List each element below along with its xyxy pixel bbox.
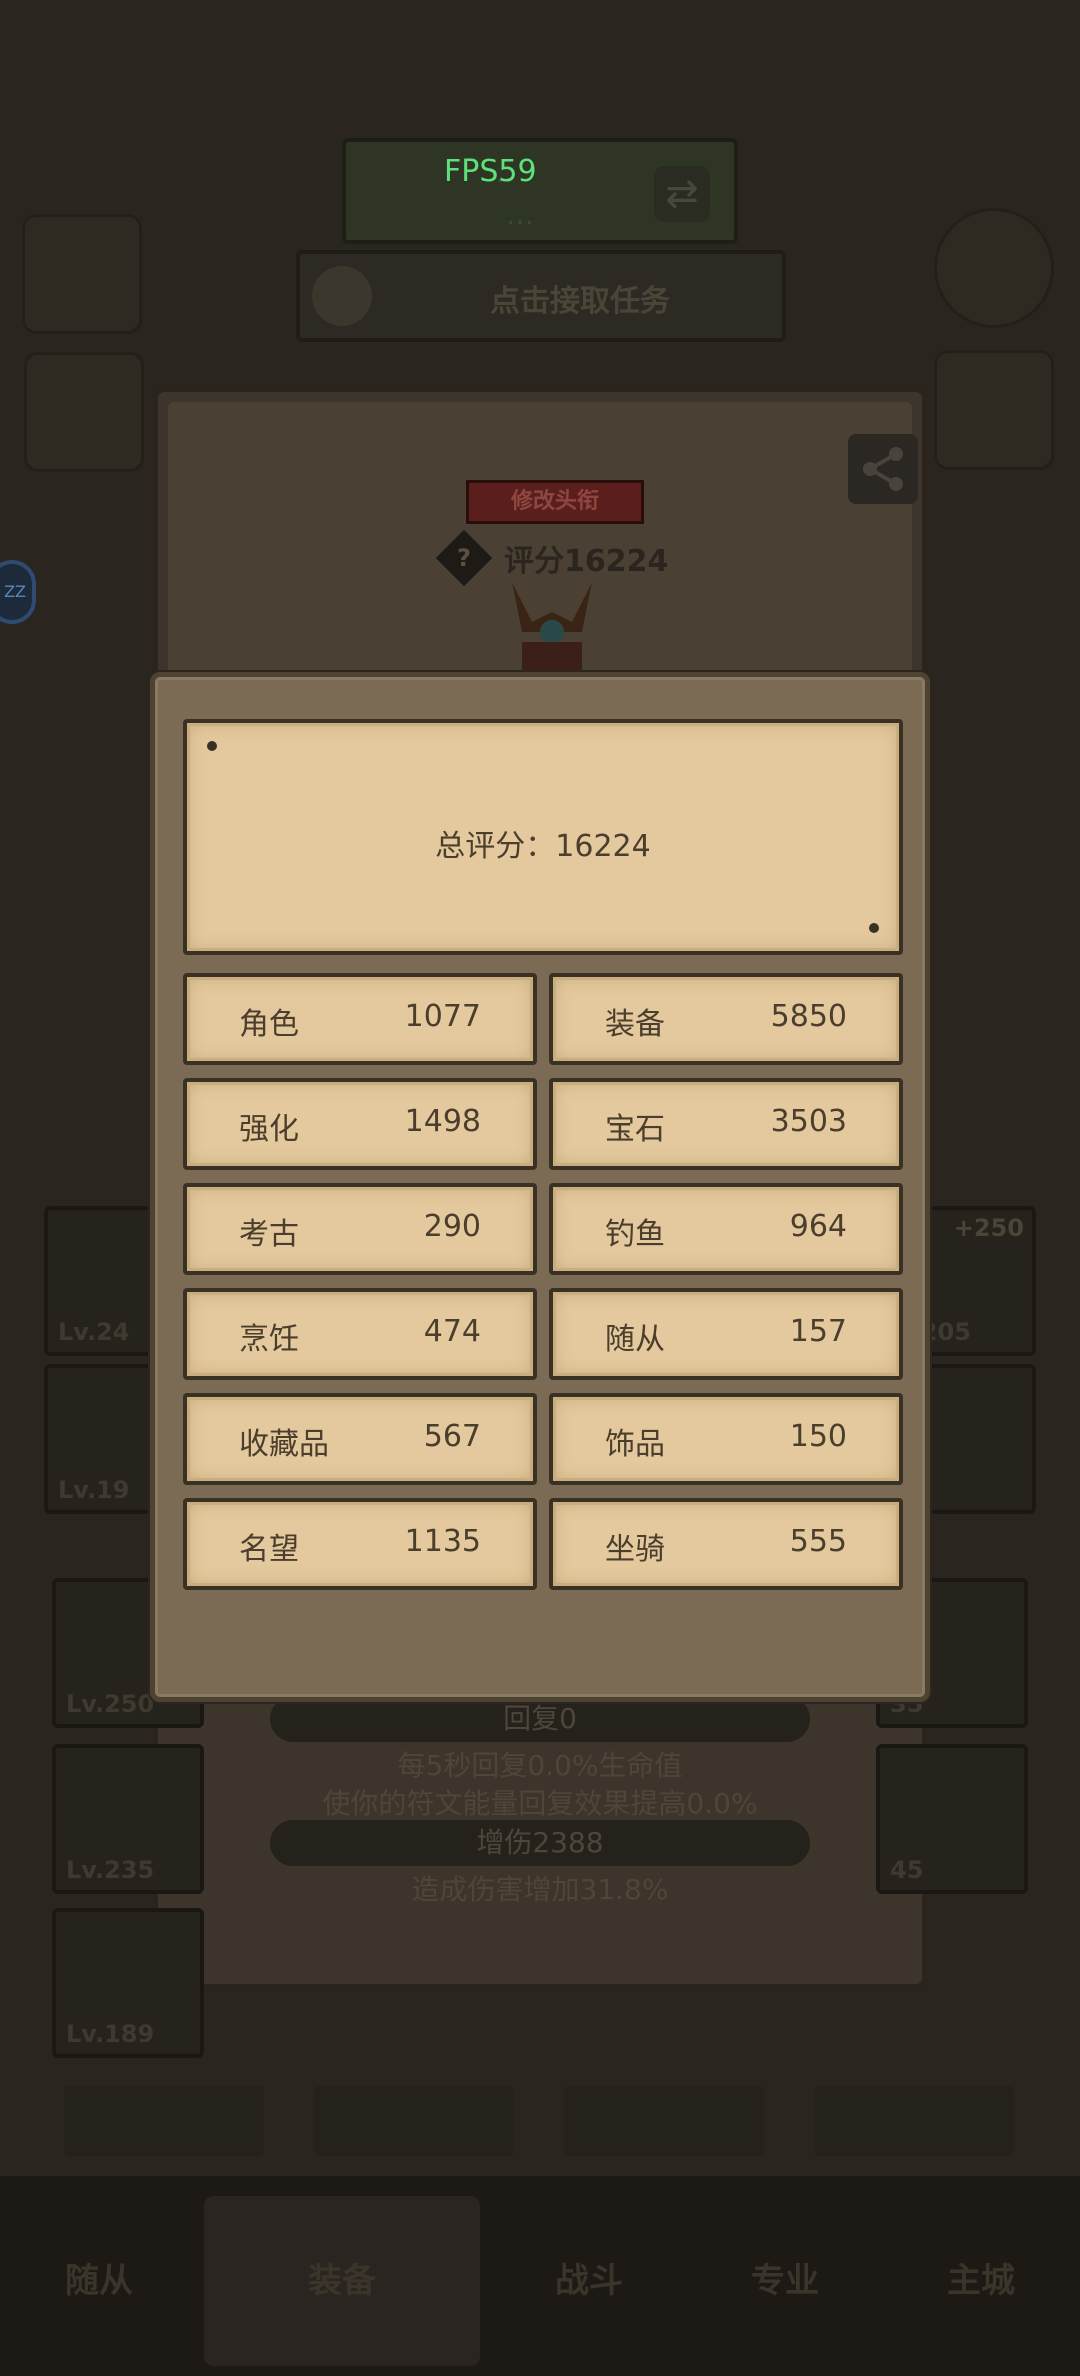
score-cell-reputation: 名望 1135: [183, 1498, 537, 1590]
score-cell-label: 收藏品: [239, 1427, 329, 1462]
total-score-box: 总评分：16224: [183, 719, 903, 955]
bottom-nav: 随从 装备 战斗 专业 主城: [0, 2176, 1080, 2376]
regen-stat-pill: 回复0: [270, 1696, 810, 1742]
score-cell-value: 290: [423, 1209, 481, 1244]
score-cell-role: 角色 1077: [183, 973, 537, 1065]
score-cell-value: 474: [423, 1314, 481, 1349]
score-cell-enhance: 强化 1498: [183, 1078, 537, 1170]
nav-main-city[interactable]: 主城: [886, 2196, 1076, 2366]
score-cell-value: 150: [789, 1419, 847, 1454]
nav-equipment[interactable]: 装备: [204, 2196, 480, 2366]
edit-title-button[interactable]: 修改头衔: [466, 480, 644, 524]
regen-stat-desc1: 每5秒回复0.0%生命值: [397, 1749, 683, 1782]
top-status-box[interactable]: … … ⇄: [342, 138, 738, 244]
score-cell-label: 宝石: [605, 1112, 665, 1147]
nav-battle[interactable]: 战斗: [494, 2196, 684, 2366]
score-cell-value: 567: [423, 1419, 481, 1454]
equip-slot[interactable]: Lv.189: [52, 1908, 204, 2058]
score-cell-value: 157: [789, 1314, 847, 1349]
damage-stat-desc: 造成伤害增加31.8%: [411, 1873, 669, 1906]
score-cell-value: 5850: [770, 999, 847, 1034]
task-label: 点击接取任务: [490, 284, 670, 319]
help-icon[interactable]: ?: [435, 529, 493, 587]
share-icon[interactable]: [848, 434, 918, 504]
score-cell-value: 1077: [404, 999, 481, 1034]
score-cell-label: 强化: [239, 1112, 299, 1147]
score-cell-value: 1498: [404, 1104, 481, 1139]
book-icon[interactable]: [934, 350, 1054, 470]
sub-tab-button[interactable]: [314, 2086, 514, 2156]
quest-book-icon[interactable]: [22, 214, 142, 334]
score-cell-value: 3503: [770, 1104, 847, 1139]
parchment-nick: [869, 923, 879, 933]
score-cell-gems: 宝石 3503: [549, 1078, 903, 1170]
score-cell-value: 964: [789, 1209, 847, 1244]
score-cell-accessories: 饰品 150: [549, 1393, 903, 1485]
score-cell-followers: 随从 157: [549, 1288, 903, 1380]
score-cell-label: 随从: [605, 1322, 665, 1357]
top-status-line2: …: [506, 198, 534, 231]
rune-icon[interactable]: [24, 352, 144, 472]
task-bar[interactable]: 点击接取任务: [296, 250, 786, 342]
sleep-badge[interactable]: ZZ: [0, 560, 36, 624]
score-cell-value: 1135: [404, 1524, 481, 1559]
total-score: 总评分：16224: [187, 821, 899, 865]
score-cell-label: 饰品: [605, 1427, 665, 1462]
score-cell-archaeology: 考古 290: [183, 1183, 537, 1275]
parchment-nick: [207, 741, 217, 751]
score-breakdown-modal: 总评分：16224 角色 1077 装备 5850 强化 1498 宝石 350…: [150, 672, 930, 1702]
score-cell-mount: 坐骑 555: [549, 1498, 903, 1590]
score-cell-label: 考古: [239, 1217, 299, 1252]
nav-followers[interactable]: 随从: [4, 2196, 194, 2366]
task-icon: [312, 266, 372, 326]
total-score-label: 总评分：: [435, 829, 556, 864]
score-cell-fishing: 钓鱼 964: [549, 1183, 903, 1275]
total-score-value: 16224: [555, 829, 651, 864]
score-cell-value: 555: [789, 1524, 847, 1559]
game-screen: FPS59 … … ⇄ 点击接取任务 ZZ 修改头衔 ? 评分16224 Lv.…: [0, 0, 1080, 2376]
refresh-icon[interactable]: ⇄: [654, 166, 710, 222]
nav-profession[interactable]: 专业: [690, 2196, 880, 2366]
score-cell-equipment: 装备 5850: [549, 973, 903, 1065]
score-cell-label: 装备: [605, 1007, 665, 1042]
sub-tab-button[interactable]: [64, 2086, 264, 2156]
score-cell-label: 角色: [239, 1007, 299, 1042]
damage-stat-pill: 增伤2388: [270, 1820, 810, 1866]
fps-counter: FPS59: [444, 154, 537, 189]
score-cell-label: 名望: [239, 1532, 299, 1567]
sub-tab-button[interactable]: [564, 2086, 764, 2156]
score-cell-label: 坐骑: [605, 1532, 665, 1567]
score-cell-cooking: 烹饪 474: [183, 1288, 537, 1380]
score-cell-label: 钓鱼: [605, 1217, 665, 1252]
score-cell-label: 烹饪: [239, 1322, 299, 1357]
score-cell-collectibles: 收藏品 567: [183, 1393, 537, 1485]
gear-icon[interactable]: [934, 208, 1054, 328]
regen-stat-desc2: 使你的符文能量回复效果提高0.0%: [322, 1787, 758, 1820]
sub-tab-button[interactable]: [814, 2086, 1014, 2156]
